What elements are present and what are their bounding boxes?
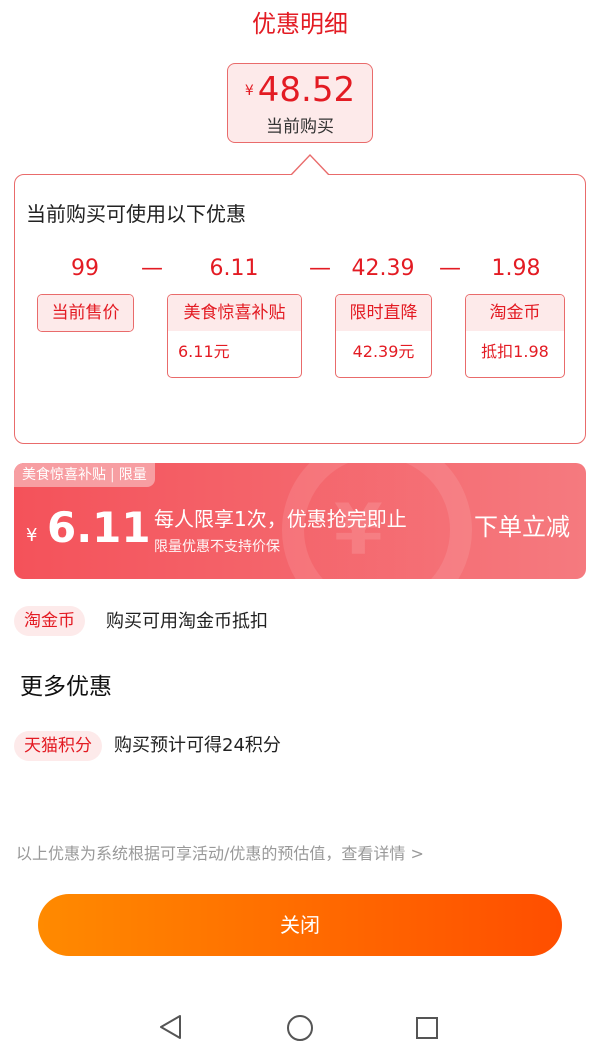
close-button[interactable]: 关闭 [38,894,562,956]
coupon-amount: 6.11 [47,503,151,552]
recents-icon[interactable] [415,1016,439,1040]
back-icon[interactable] [158,1014,184,1040]
formula-minus-1: — [141,256,163,281]
formula-subsidy: 6.11 [209,256,259,281]
page-title: 优惠明细 [252,10,348,38]
more-discounts-title: 更多优惠 [20,674,112,700]
chip-label: 美食惊喜补贴 [168,295,301,331]
formula-direct-discount: 42.39 [351,256,415,281]
chip-value: 42.39元 [352,342,415,361]
subsidy-coupon-card[interactable]: ¥ 美食惊喜补贴 | 限量 ¥ 6.11 每人限享1次，优惠抢完即止 限量优惠不支持… [14,463,586,579]
current-price-label: 当前购买 [266,117,334,137]
formula-minus-3: — [439,256,461,281]
home-icon[interactable] [286,1014,314,1042]
chip-direct-discount: 限时直降 42.39元 [335,294,432,378]
coupon-main-text: 每人限享1次，优惠抢完即止 [154,507,407,531]
coupon-currency: ¥ [26,525,38,546]
coupon-tag-separator: | [110,467,115,483]
formula-base: 99 [71,256,99,281]
coupon-tag-name: 美食惊喜补贴 [22,467,106,483]
chip-label: 淘金币 [466,295,564,331]
tmall-points-tag: 天猫积分 [14,731,102,761]
chip-value: 6.11元 [178,342,230,361]
current-price-amount: 48.52 [257,70,356,110]
currency-symbol: ¥ [244,83,254,99]
chip-label: 当前售价 [38,295,133,331]
chip-label: 限时直降 [336,295,431,331]
formula-minus-2: — [309,256,331,281]
chip-subsidy: 美食惊喜补贴 6.11元 [167,294,302,378]
formula-taojinbi: 1.98 [491,256,541,281]
taojinbi-text: 购买可用淘金币抵扣 [106,611,268,632]
breakdown-title: 当前购买可使用以下优惠 [26,202,246,226]
coupon-sub-text: 限量优惠不支持价保 [154,539,280,555]
system-nav-bar [0,990,600,1060]
order-discount-button[interactable]: 下单立减 [474,507,570,542]
tmall-points-text: 购买预计可得24积分 [114,735,281,756]
chip-taojinbi: 淘金币 抵扣1.98 [465,294,565,378]
coupon-tag-limit: 限量 [118,467,147,483]
estimate-details-link[interactable]: 以上优惠为系统根据可享活动/优惠的预估值，查看详情 > [16,840,424,864]
coupon-tag: 美食惊喜补贴 | 限量 [14,463,155,487]
chip-value: 抵扣1.98 [481,342,549,361]
chip-current-price: 当前售价 [37,294,134,332]
taojinbi-tag: 淘金币 [14,606,85,636]
current-price-box: ¥48.52 当前购买 [227,63,373,143]
